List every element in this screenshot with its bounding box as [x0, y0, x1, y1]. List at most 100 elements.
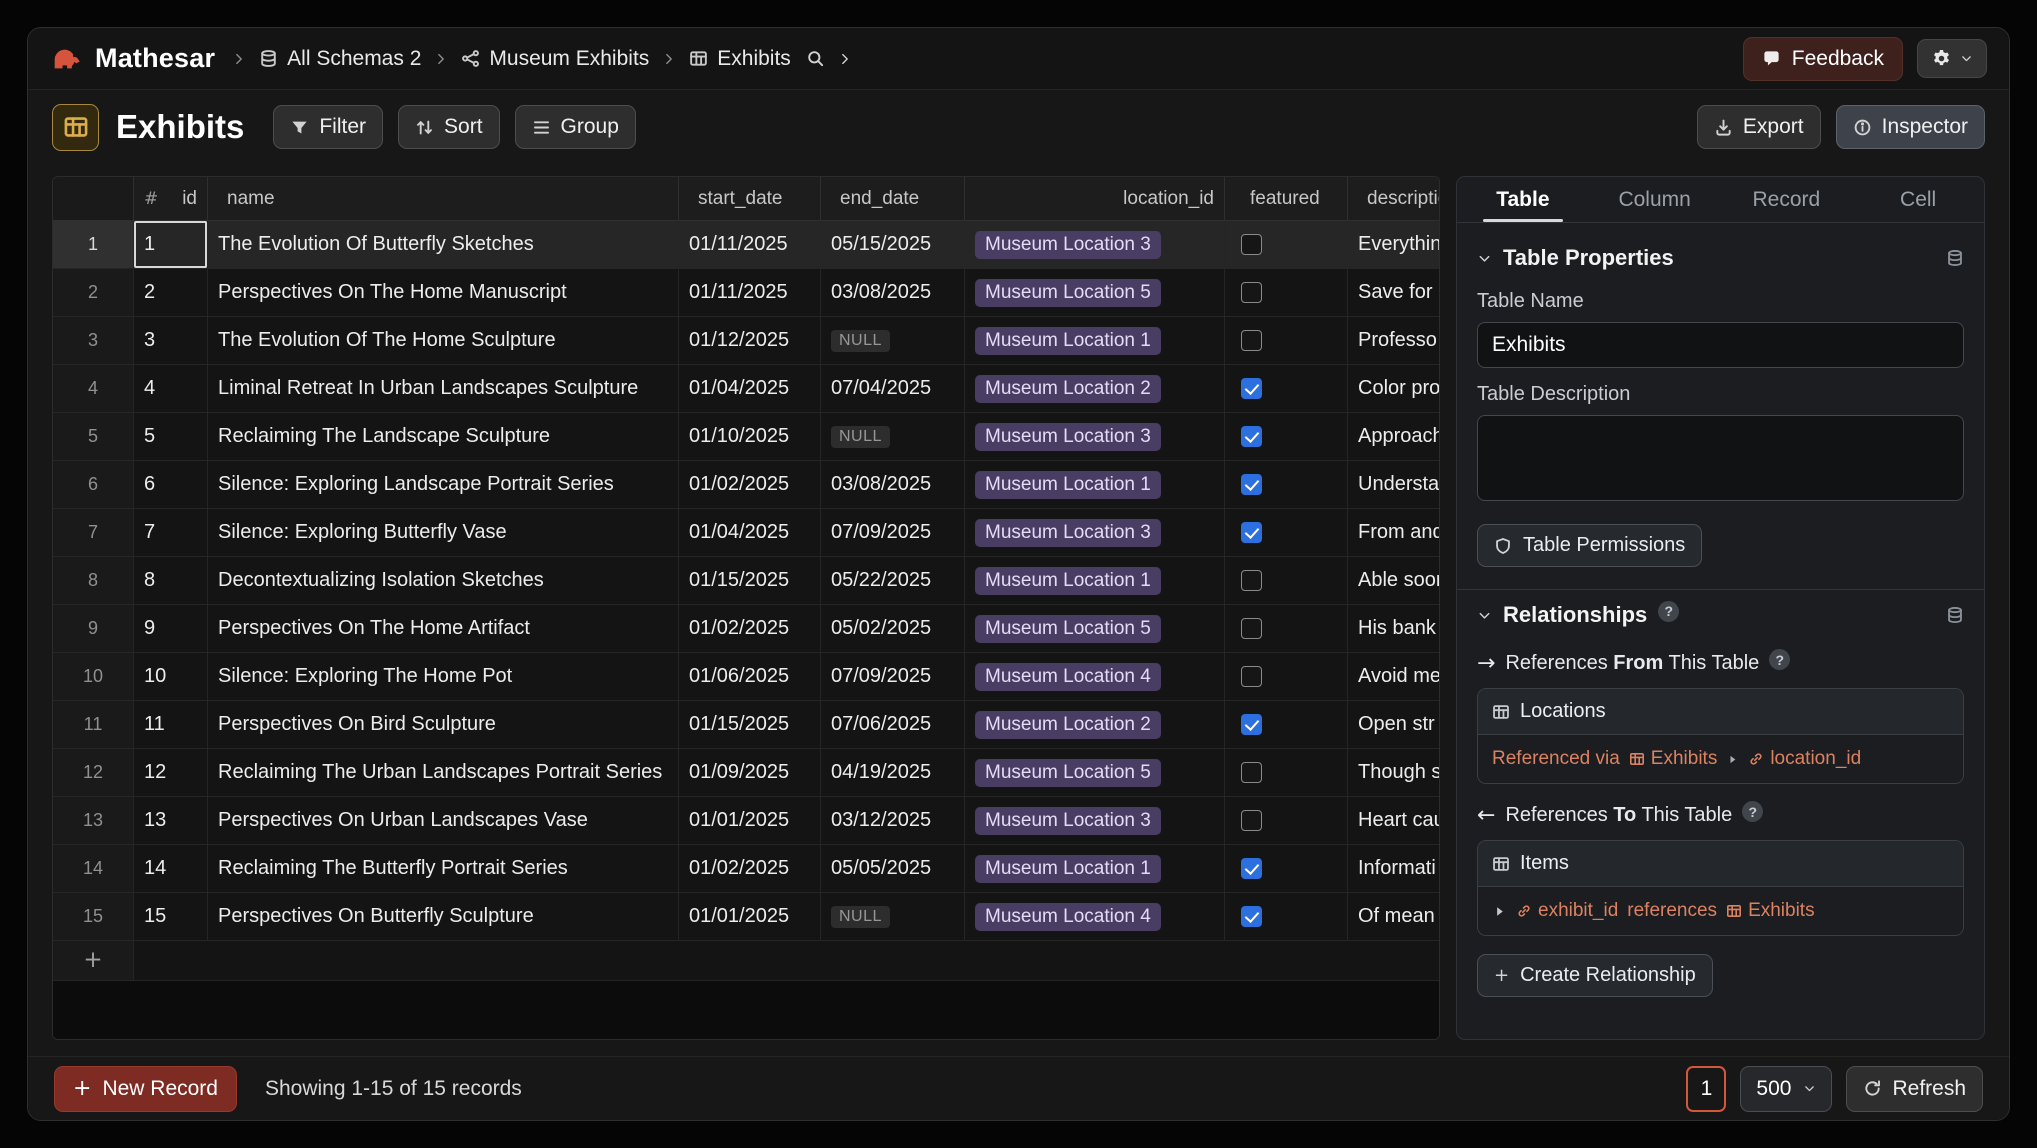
row-number-cell[interactable]: 10: [53, 653, 134, 700]
name-cell[interactable]: Silence: Exploring Landscape Portrait Se…: [208, 461, 679, 508]
description-cell[interactable]: Though s: [1348, 749, 1440, 796]
description-cell[interactable]: Approach: [1348, 413, 1440, 460]
start-date-cell[interactable]: 01/01/2025: [679, 797, 821, 844]
description-cell[interactable]: From and: [1348, 509, 1440, 556]
settings-button[interactable]: [1917, 39, 1987, 78]
description-cell[interactable]: Open str: [1348, 701, 1440, 748]
featured-cell[interactable]: [1225, 749, 1348, 796]
featured-cell[interactable]: [1225, 365, 1348, 412]
location-cell[interactable]: Museum Location 3: [965, 413, 1225, 460]
new-record-button[interactable]: + New Record: [54, 1066, 237, 1112]
end-date-cell[interactable]: 05/15/2025: [821, 221, 965, 268]
featured-cell[interactable]: [1225, 509, 1348, 556]
featured-checkbox[interactable]: [1241, 282, 1262, 303]
end-date-cell[interactable]: 07/09/2025: [821, 653, 965, 700]
sort-button[interactable]: Sort: [398, 105, 500, 149]
description-cell[interactable]: Everythin: [1348, 221, 1440, 268]
id-cell[interactable]: 1: [134, 221, 208, 268]
featured-checkbox[interactable]: [1241, 378, 1262, 399]
id-cell[interactable]: 6: [134, 461, 208, 508]
create-relationship-button[interactable]: + Create Relationship: [1477, 954, 1713, 997]
id-cell[interactable]: 14: [134, 845, 208, 892]
column-header-featured[interactable]: featured: [1225, 177, 1348, 220]
featured-cell[interactable]: [1225, 797, 1348, 844]
brand-title[interactable]: Mathesar: [95, 43, 215, 74]
featured-checkbox[interactable]: [1241, 858, 1262, 879]
start-date-cell[interactable]: 01/09/2025: [679, 749, 821, 796]
end-date-cell[interactable]: 05/05/2025: [821, 845, 965, 892]
filter-button[interactable]: Filter: [273, 105, 383, 149]
row-number-cell[interactable]: 3: [53, 317, 134, 364]
row-number-cell[interactable]: 5: [53, 413, 134, 460]
end-date-cell[interactable]: NULL: [821, 413, 965, 460]
end-date-cell[interactable]: NULL: [821, 893, 965, 940]
name-cell[interactable]: Perspectives On Butterfly Sculpture: [208, 893, 679, 940]
column-header-name[interactable]: name: [208, 177, 679, 220]
id-cell[interactable]: 12: [134, 749, 208, 796]
id-cell[interactable]: 8: [134, 557, 208, 604]
help-icon[interactable]: ?: [1769, 649, 1790, 670]
expand-caret-icon[interactable]: [1492, 904, 1507, 919]
location-cell[interactable]: Museum Location 4: [965, 653, 1225, 700]
location-cell[interactable]: Museum Location 3: [965, 797, 1225, 844]
row-number-cell[interactable]: 11: [53, 701, 134, 748]
location-cell[interactable]: Museum Location 1: [965, 845, 1225, 892]
name-cell[interactable]: The Evolution Of Butterfly Sketches: [208, 221, 679, 268]
column-header-start_date[interactable]: start_date: [679, 177, 821, 220]
description-cell[interactable]: Able soon: [1348, 557, 1440, 604]
exhibits-table-link[interactable]: Exhibits: [1629, 748, 1718, 770]
table-permissions-button[interactable]: Table Permissions: [1477, 524, 1702, 567]
exhibits-table-link[interactable]: Exhibits: [1726, 900, 1815, 922]
description-cell[interactable]: Professo: [1348, 317, 1440, 364]
name-cell[interactable]: Liminal Retreat In Urban Landscapes Scul…: [208, 365, 679, 412]
featured-cell[interactable]: [1225, 221, 1348, 268]
location-cell[interactable]: Museum Location 2: [965, 701, 1225, 748]
exhibit-id-column-link[interactable]: exhibit_id: [1516, 900, 1618, 922]
location-cell[interactable]: Museum Location 2: [965, 365, 1225, 412]
featured-cell[interactable]: [1225, 845, 1348, 892]
add-row-button[interactable]: +: [53, 941, 134, 980]
location-cell[interactable]: Museum Location 5: [965, 269, 1225, 316]
breadcrumb-schema-museum-exhibits[interactable]: Museum Exhibits: [461, 47, 649, 71]
name-cell[interactable]: Perspectives On Urban Landscapes Vase: [208, 797, 679, 844]
featured-checkbox[interactable]: [1241, 234, 1262, 255]
location-cell[interactable]: Museum Location 4: [965, 893, 1225, 940]
id-cell[interactable]: 9: [134, 605, 208, 652]
name-cell[interactable]: Reclaiming The Urban Landscapes Portrait…: [208, 749, 679, 796]
row-number-cell[interactable]: 1: [53, 221, 134, 268]
featured-cell[interactable]: [1225, 557, 1348, 604]
location-cell[interactable]: Museum Location 1: [965, 317, 1225, 364]
featured-checkbox[interactable]: [1241, 426, 1262, 447]
row-number-cell[interactable]: 9: [53, 605, 134, 652]
start-date-cell[interactable]: 01/11/2025: [679, 269, 821, 316]
row-number-cell[interactable]: 4: [53, 365, 134, 412]
id-cell[interactable]: 2: [134, 269, 208, 316]
featured-checkbox[interactable]: [1241, 762, 1262, 783]
description-cell[interactable]: Color pro: [1348, 365, 1440, 412]
location-cell[interactable]: Museum Location 3: [965, 509, 1225, 556]
featured-checkbox[interactable]: [1241, 522, 1262, 543]
end-date-cell[interactable]: 05/02/2025: [821, 605, 965, 652]
start-date-cell[interactable]: 01/01/2025: [679, 893, 821, 940]
refresh-button[interactable]: Refresh: [1846, 1066, 1983, 1112]
location-id-column-link[interactable]: location_id: [1748, 748, 1861, 770]
end-date-cell[interactable]: 05/22/2025: [821, 557, 965, 604]
chevron-right-icon[interactable]: [838, 52, 852, 66]
description-cell[interactable]: His bank: [1348, 605, 1440, 652]
end-date-cell[interactable]: 07/06/2025: [821, 701, 965, 748]
row-number-cell[interactable]: 6: [53, 461, 134, 508]
start-date-cell[interactable]: 01/02/2025: [679, 461, 821, 508]
featured-checkbox[interactable]: [1241, 666, 1262, 687]
start-date-cell[interactable]: 01/15/2025: [679, 557, 821, 604]
featured-checkbox[interactable]: [1241, 474, 1262, 495]
featured-checkbox[interactable]: [1241, 810, 1262, 831]
row-number-cell[interactable]: 7: [53, 509, 134, 556]
name-cell[interactable]: Perspectives On The Home Manuscript: [208, 269, 679, 316]
help-icon[interactable]: ?: [1658, 601, 1679, 622]
featured-cell[interactable]: [1225, 653, 1348, 700]
id-cell[interactable]: 4: [134, 365, 208, 412]
featured-checkbox[interactable]: [1241, 618, 1262, 639]
id-cell[interactable]: 10: [134, 653, 208, 700]
location-cell[interactable]: Museum Location 5: [965, 605, 1225, 652]
featured-checkbox[interactable]: [1241, 714, 1262, 735]
